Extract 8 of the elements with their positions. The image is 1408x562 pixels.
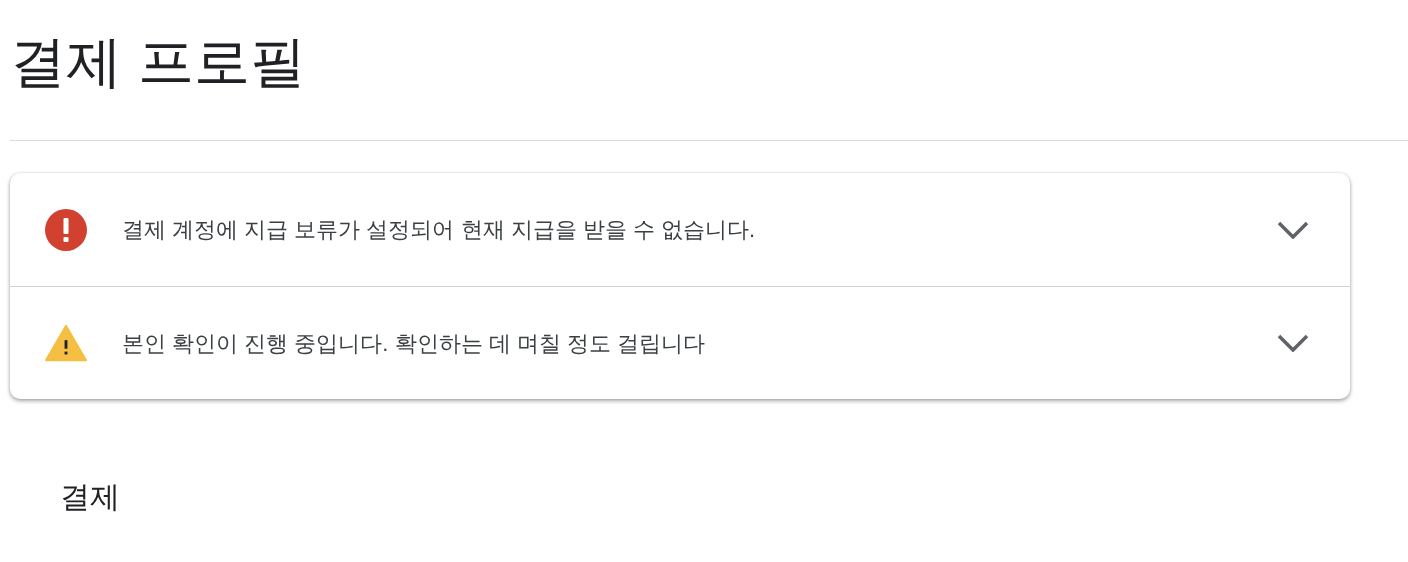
section-heading: 결제 — [60, 479, 120, 515]
warning-icon — [45, 324, 87, 362]
alert-message: 결제 계정에 지급 보류가 설정되어 현재 지급을 받을 수 없습니다. — [122, 216, 757, 244]
error-icon — [45, 208, 87, 251]
chevron-icon — [1277, 220, 1309, 239]
chevron-icon — [1277, 334, 1309, 352]
page-title: 결제 프로필 — [10, 29, 306, 95]
alert-message: 본인 확인이 진행 중입니다. 확인하는 데 며칠 정도 걸립니다 — [122, 329, 706, 358]
